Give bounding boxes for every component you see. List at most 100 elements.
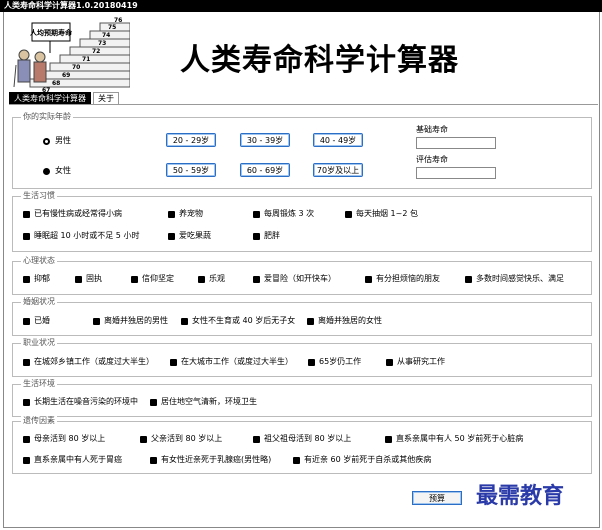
genetics-checkbox[interactable]: 直系亲属中有人 50 岁前死于心脏病 (385, 434, 523, 444)
checkbox-label: 有近亲 60 岁前死于自杀或其他疾病 (304, 455, 431, 465)
checkbox-label: 肥胖 (264, 231, 280, 241)
marriage-checkbox[interactable]: 女性不生育或 40 岁后无子女 (181, 316, 295, 326)
checkbox-label: 父亲活到 80 岁以上 (151, 434, 222, 444)
checkbox-icon (23, 211, 30, 218)
psych-checkbox[interactable]: 抑郁 (23, 274, 50, 284)
checkbox-icon (140, 436, 147, 443)
psych-legend: 心理状态 (21, 256, 57, 266)
habit-checkbox[interactable]: 每周锻炼 3 次 (253, 209, 314, 219)
logo-number: 75 (108, 24, 116, 31)
habit-checkbox[interactable]: 已有慢性病或经常得小病 (23, 209, 122, 219)
est-life-label: 评估寿命 (416, 155, 448, 165)
habit-checkbox[interactable]: 每天抽烟 1~2 包 (345, 209, 418, 219)
career-checkbox[interactable]: 在大城市工作（或度过大半生） (170, 357, 293, 367)
marriage-checkbox[interactable]: 离婚并独居的女性 (307, 316, 382, 326)
checkbox-icon (253, 436, 260, 443)
genetics-checkbox[interactable]: 有近亲 60 岁前死于自杀或其他疾病 (293, 455, 431, 465)
checkbox-label: 离婚并独居的男性 (104, 316, 168, 326)
habit-checkbox[interactable]: 爱吃果蔬 (168, 231, 211, 241)
age-range-button[interactable]: 20 - 29岁 (166, 133, 216, 147)
marriage-checkbox[interactable]: 已婚 (23, 316, 50, 326)
career-checkbox[interactable]: 在城郊乡镇工作（或度过大半生） (23, 357, 154, 367)
calculate-button[interactable]: 预算 (412, 491, 462, 505)
environment-checkbox[interactable]: 长期生活在噪音污染的环境中 (23, 397, 138, 407)
checkbox-icon (293, 457, 300, 464)
genetics-checkbox[interactable]: 父亲活到 80 岁以上 (140, 434, 222, 444)
checkbox-icon (150, 399, 157, 406)
logo-number: 74 (102, 32, 110, 39)
checkbox-icon (385, 436, 392, 443)
checkbox-label: 65岁仍工作 (319, 357, 361, 367)
logo-number: 71 (82, 56, 90, 63)
habit-checkbox[interactable]: 睡眠超 10 小时或不足 5 小时 (23, 231, 139, 241)
logo-number: 76 (114, 17, 122, 24)
checkbox-icon (23, 276, 30, 283)
career-group: 职业状况 在城郊乡镇工作（或度过大半生） 在大城市工作（或度过大半生） 65岁仍… (12, 343, 592, 377)
checkbox-label: 离婚并独居的女性 (318, 316, 382, 326)
checkbox-icon (23, 399, 30, 406)
genetics-group: 遗传因素 母亲活到 80 岁以上 父亲活到 80 岁以上 祖父祖母活到 80 岁… (12, 421, 592, 474)
career-checkbox[interactable]: 65岁仍工作 (308, 357, 361, 367)
radio-female[interactable]: 女性 (43, 166, 71, 176)
logo-number: 72 (92, 48, 100, 55)
checkbox-label: 信仰坚定 (142, 274, 174, 284)
logo-number: 69 (62, 72, 70, 79)
age-range-button[interactable]: 70岁及以上 (313, 163, 363, 177)
habit-checkbox[interactable]: 肥胖 (253, 231, 280, 241)
habit-checkbox[interactable]: 养宠物 (168, 209, 203, 219)
checkbox-icon (307, 318, 314, 325)
psych-checkbox[interactable]: 有分担烦恼的朋友 (365, 274, 440, 284)
age-range-button[interactable]: 60 - 69岁 (240, 163, 290, 177)
window-title-bar: 人类寿命科学计算器1.0.20180419 (0, 0, 602, 12)
checkbox-label: 已有慢性病或经常得小病 (34, 209, 122, 219)
est-life-field[interactable] (416, 167, 496, 179)
age-range-button[interactable]: 50 - 59岁 (166, 163, 216, 177)
psych-checkbox[interactable]: 爱冒险（如开快车） (253, 274, 336, 284)
radio-male[interactable]: 男性 (43, 136, 71, 146)
habits-group: 生活习惯 已有慢性病或经常得小病 养宠物 每周锻炼 3 次 每天抽烟 1~2 包… (12, 196, 592, 252)
career-legend: 职业状况 (21, 338, 57, 348)
psych-checkbox[interactable]: 多数时间感觉快乐、满足 (465, 274, 564, 284)
checkbox-label: 睡眠超 10 小时或不足 5 小时 (34, 231, 139, 241)
checkbox-label: 母亲活到 80 岁以上 (34, 434, 105, 444)
checkbox-label: 固执 (86, 274, 102, 284)
checkbox-icon (198, 276, 205, 283)
logo-number: 68 (52, 80, 60, 87)
genetics-legend: 遗传因素 (21, 416, 57, 426)
checkbox-icon (253, 211, 260, 218)
psych-checkbox[interactable]: 信仰坚定 (131, 274, 174, 284)
checkbox-icon (23, 318, 30, 325)
checkbox-label: 爱冒险（如开快车） (264, 274, 336, 284)
checkbox-label: 已婚 (34, 316, 50, 326)
checkbox-icon (170, 359, 177, 366)
radio-label: 男性 (55, 136, 71, 146)
psych-checkbox[interactable]: 乐观 (198, 274, 225, 284)
checkbox-icon (365, 276, 372, 283)
age-range-button[interactable]: 30 - 39岁 (240, 133, 290, 147)
checkbox-icon (253, 233, 260, 240)
watermark-text: 最需教育 (476, 478, 564, 510)
page-title: 人类寿命科学计算器 (180, 35, 459, 79)
marriage-group: 婚姻状况 已婚 离婚并独居的男性 女性不生育或 40 岁后无子女 离婚并独居的女… (12, 302, 592, 336)
genetics-checkbox[interactable]: 有女性近亲死于乳腺癌(男性略) (150, 455, 271, 465)
checkbox-label: 直系亲属中有人死于胃癌 (34, 455, 122, 465)
age-range-button[interactable]: 40 - 49岁 (313, 133, 363, 147)
checkbox-icon (131, 276, 138, 283)
radio-unselected-icon (43, 168, 50, 175)
logo-number: 73 (98, 40, 106, 47)
radio-label: 女性 (55, 166, 71, 176)
psych-checkbox[interactable]: 固执 (75, 274, 102, 284)
checkbox-icon (75, 276, 82, 283)
marriage-checkbox[interactable]: 离婚并独居的男性 (93, 316, 168, 326)
base-life-field[interactable] (416, 137, 496, 149)
checkbox-label: 每周锻炼 3 次 (264, 209, 314, 219)
career-checkbox[interactable]: 从事研究工作 (386, 357, 445, 367)
genetics-checkbox[interactable]: 母亲活到 80 岁以上 (23, 434, 105, 444)
checkbox-label: 爱吃果蔬 (179, 231, 211, 241)
tab-bar: 人类寿命科学计算器 关于 (9, 92, 121, 104)
genetics-checkbox[interactable]: 祖父祖母活到 80 岁以上 (253, 434, 351, 444)
environment-checkbox[interactable]: 居住地空气清新，环境卫生 (150, 397, 257, 407)
checkbox-label: 有分担烦恼的朋友 (376, 274, 440, 284)
base-life-label: 基础寿命 (416, 125, 448, 135)
genetics-checkbox[interactable]: 直系亲属中有人死于胃癌 (23, 455, 122, 465)
